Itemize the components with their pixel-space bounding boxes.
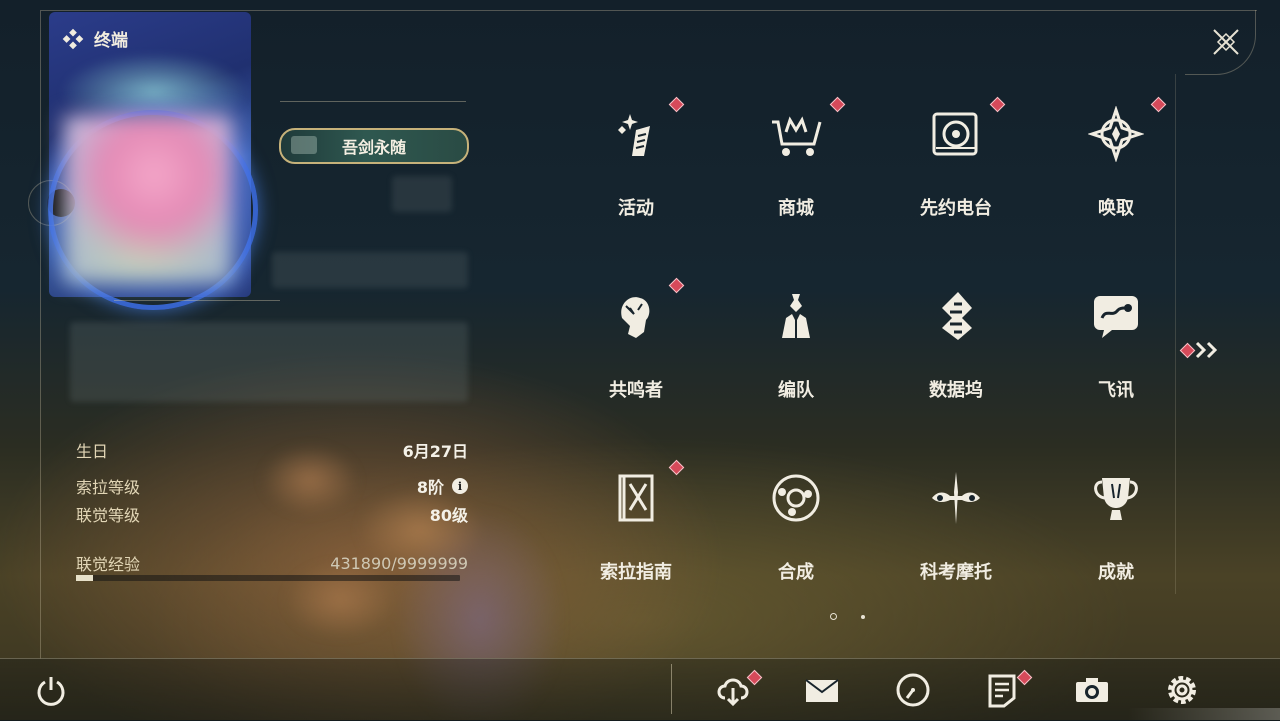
menu-item-team[interactable]: 编队 (716, 262, 876, 422)
shop-cart-icon (772, 116, 822, 156)
notification-badge (668, 459, 685, 476)
menu-item-motorcycle[interactable]: 科考摩托 (876, 444, 1036, 604)
sol-rank-label: 索拉等级 (76, 478, 141, 497)
menu-item-summon[interactable]: 唤取 (1036, 80, 1196, 240)
menu-item-label: 飞讯 (1098, 380, 1134, 401)
camera-icon (1076, 678, 1108, 702)
birthday-value: 6月27日 (402, 442, 468, 461)
databank-icon (942, 292, 972, 340)
sol-rank-value-wrap: 8阶 i (417, 474, 468, 498)
menu-item-label: 索拉指南 (600, 562, 672, 583)
exp-progress-fill (76, 575, 93, 581)
menu-item-label: 合成 (778, 562, 814, 583)
menu-grid: 活动 商城 先约电台 唤取 共鸣者 编队 数据坞 飞讯 索拉指南 合成 科考摩托… (556, 80, 1196, 620)
page-indicator-1[interactable] (830, 613, 837, 620)
bottom-divider (671, 664, 672, 714)
gear-icon (1168, 676, 1196, 704)
menu-item-label: 数据坞 (929, 380, 983, 401)
resonator-icon (621, 297, 650, 338)
power-button[interactable] (34, 674, 68, 708)
menu-item-messages[interactable]: 飞讯 (1036, 262, 1196, 422)
union-level-label: 联觉等级 (76, 506, 141, 525)
team-icon (782, 294, 810, 338)
message-icon (1094, 296, 1138, 338)
next-page-button[interactable] (1179, 338, 1224, 362)
menu-item-synthesis[interactable]: 合成 (716, 444, 876, 604)
menu-item-activity[interactable]: 活动 (556, 80, 716, 240)
notification-badge (668, 277, 685, 294)
menu-item-label: 编队 (778, 380, 814, 401)
blurred-signature[interactable] (70, 322, 468, 402)
notification-badge (989, 96, 1006, 113)
menu-item-label: 唤取 (1098, 198, 1134, 219)
union-exp-label: 联觉经验 (76, 555, 141, 574)
menu-item-label: 商城 (778, 198, 814, 219)
menu-item-shop[interactable]: 商城 (716, 80, 876, 240)
blurred-uid (392, 176, 452, 212)
union-exp-value: 431890/9999999 (330, 553, 468, 573)
notice-button[interactable] (984, 669, 1033, 708)
menu-item-label: 成就 (1098, 562, 1134, 583)
avatar-divider (114, 300, 280, 301)
guidebook-icon (618, 474, 654, 522)
info-birthday: 生日 6月27日 (76, 438, 468, 462)
info-sol-rank: 索拉等级 8阶 i (76, 474, 468, 498)
terminal-icon (62, 28, 84, 49)
sol-rank-value: 8阶 (416, 478, 444, 497)
notification-badge (1150, 96, 1167, 113)
notification-badge (829, 96, 846, 113)
title-badge-icon (291, 136, 317, 154)
corner-overlay (1128, 708, 1280, 720)
menu-item-radio[interactable]: 先约电台 (876, 80, 1036, 240)
menu-item-guidebook[interactable]: 索拉指南 (556, 444, 716, 604)
cloud-download-icon (717, 678, 749, 707)
blurred-name (272, 252, 468, 288)
mail-icon (805, 679, 839, 702)
clock-button[interactable] (895, 672, 931, 708)
info-union-exp: 联觉经验 431890/9999999 (76, 551, 468, 575)
clock-icon (896, 673, 930, 707)
close-button[interactable] (1208, 24, 1244, 60)
summon-icon (1088, 106, 1144, 162)
menu-item-label: 活动 (618, 198, 654, 219)
menu-item-label: 先约电台 (920, 198, 992, 219)
avatar[interactable] (64, 115, 232, 283)
info-icon[interactable]: i (452, 478, 468, 494)
camera-button[interactable] (1074, 672, 1110, 708)
window-title: 终端 (94, 31, 128, 51)
power-icon (37, 677, 65, 706)
close-icon (1213, 29, 1239, 55)
menu-item-label: 共鸣者 (609, 380, 663, 401)
profile-divider (280, 101, 466, 102)
notice-icon (988, 674, 1016, 708)
settings-button[interactable] (1164, 672, 1200, 708)
menu-item-label: 科考摩托 (920, 562, 992, 583)
menu-item-achievements[interactable]: 成就 (1036, 444, 1196, 604)
page-indicator-2[interactable] (861, 615, 865, 619)
motorcycle-icon (932, 472, 980, 524)
trophy-icon (1094, 478, 1138, 520)
info-union-level: 联觉等级 80级 (76, 502, 468, 526)
menu-item-resonator[interactable]: 共鸣者 (556, 262, 716, 422)
title-badge[interactable]: 吾剑永随 (279, 128, 469, 164)
mail-button[interactable] (804, 672, 840, 708)
birthday-label: 生日 (76, 442, 109, 461)
notification-badge (668, 96, 685, 113)
double-chevron-right-icon (1195, 341, 1218, 359)
window-header: 终端 (62, 26, 128, 51)
exp-progress-bar (76, 575, 460, 581)
menu-item-databank[interactable]: 数据坞 (876, 262, 1036, 422)
title-badge-label: 吾剑永随 (341, 138, 406, 157)
synthesis-icon (772, 474, 820, 522)
notification-badge (1179, 342, 1196, 358)
activity-icon (618, 114, 650, 156)
union-level-value: 80级 (429, 506, 468, 525)
radio-icon (932, 112, 978, 156)
download-button[interactable] (715, 669, 763, 708)
